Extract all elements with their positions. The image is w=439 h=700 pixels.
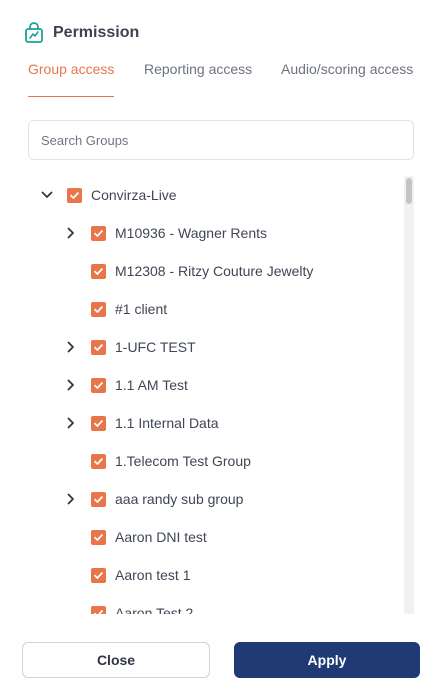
- active-tab-indicator: [28, 96, 114, 97]
- chevron-right-icon[interactable]: [65, 379, 77, 391]
- tree-item-label: 1.Telecom Test Group: [115, 453, 251, 469]
- tree-row[interactable]: Aaron DNI test: [28, 518, 402, 556]
- tree-item-label: Aaron DNI test: [115, 529, 207, 545]
- checkbox[interactable]: [91, 377, 106, 393]
- tree-item-label: #1 client: [115, 301, 168, 317]
- apply-button[interactable]: Apply: [234, 642, 420, 678]
- checkbox[interactable]: [91, 415, 106, 431]
- chevron-right-icon[interactable]: [65, 227, 77, 239]
- chevron-right-icon[interactable]: [65, 341, 77, 353]
- tree-item-label: aaa randy sub group: [115, 491, 244, 507]
- checkbox[interactable]: [91, 301, 106, 317]
- checkbox[interactable]: [91, 529, 106, 545]
- tree-item-label: Convirza-Live: [91, 187, 177, 203]
- search-groups-input[interactable]: [28, 120, 414, 160]
- tree-item-label: 1.1 Internal Data: [115, 415, 219, 431]
- group-tree: Convirza-Live M10936 - Wagner Rents M12308…: [28, 176, 402, 614]
- checkbox[interactable]: [91, 339, 106, 355]
- tab-bar: Group access Reporting access Audio/scor…: [28, 58, 415, 98]
- tree-row[interactable]: 1.Telecom Test Group: [28, 442, 402, 480]
- tree-item-label: 1.1 AM Test: [115, 377, 188, 393]
- scrollbar-thumb[interactable]: [406, 178, 412, 204]
- tree-row[interactable]: aaa randy sub group: [28, 480, 402, 518]
- tree-item-label: M12308 - Ritzy Couture Jewelty: [115, 263, 314, 279]
- tab-group-access[interactable]: Group access: [28, 61, 114, 77]
- checkbox[interactable]: [91, 453, 106, 469]
- chevron-right-icon[interactable]: [65, 417, 77, 429]
- tab-audio-scoring-access[interactable]: Audio/scoring access: [281, 61, 413, 77]
- tree-scrollbar[interactable]: [404, 176, 414, 614]
- tree-row[interactable]: 1-UFC TEST: [28, 328, 402, 366]
- tree-row-root[interactable]: Convirza-Live: [28, 176, 402, 214]
- lock-hand-icon: [24, 22, 44, 44]
- checkbox[interactable]: [91, 225, 106, 241]
- checkbox[interactable]: [91, 491, 106, 507]
- panel-header: Permission: [24, 22, 139, 44]
- checkbox[interactable]: [67, 187, 82, 203]
- tree-item-label: 1-UFC TEST: [115, 339, 196, 355]
- checkbox[interactable]: [91, 263, 106, 279]
- tree-row[interactable]: M12308 - Ritzy Couture Jewelty: [28, 252, 402, 290]
- tree-item-label: Aaron Test 2: [115, 605, 194, 614]
- chevron-right-icon[interactable]: [65, 493, 77, 505]
- checkbox[interactable]: [91, 605, 106, 614]
- checkbox[interactable]: [91, 567, 106, 583]
- tab-reporting-access[interactable]: Reporting access: [144, 61, 252, 77]
- tree-row[interactable]: 1.1 Internal Data: [28, 404, 402, 442]
- chevron-down-icon[interactable]: [41, 189, 53, 201]
- tree-item-label: M10936 - Wagner Rents: [115, 225, 267, 241]
- tree-item-label: Aaron test 1: [115, 567, 191, 583]
- tree-row[interactable]: Aaron Test 2: [28, 594, 402, 614]
- tree-row[interactable]: Aaron test 1: [28, 556, 402, 594]
- tree-row[interactable]: 1.1 AM Test: [28, 366, 402, 404]
- tree-row[interactable]: M10936 - Wagner Rents: [28, 214, 402, 252]
- tree-row[interactable]: #1 client: [28, 290, 402, 328]
- page-title: Permission: [53, 24, 140, 41]
- close-button[interactable]: Close: [22, 642, 210, 678]
